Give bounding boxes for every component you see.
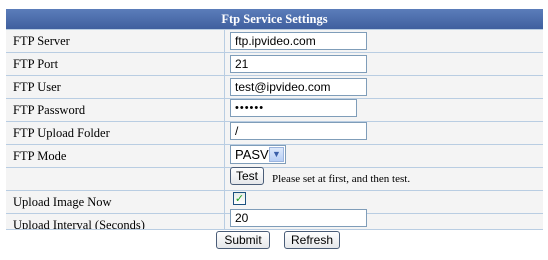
row-actions (6, 229, 543, 251)
ftp-server-input[interactable]: ftp.ipvideo.com (230, 32, 367, 50)
checkmark-icon: ✓ (234, 192, 245, 205)
ftp-user-label: FTP User (13, 80, 61, 94)
refresh-button[interactable]: Refresh (284, 231, 340, 249)
upload-now-label: Upload Image Now (13, 195, 112, 209)
ftp-port-input[interactable]: 21 (230, 55, 367, 73)
ftp-port-label: FTP Port (13, 57, 59, 71)
ftp-folder-label: FTP Upload Folder (13, 126, 110, 140)
column-divider (224, 29, 225, 229)
ftp-user-input[interactable]: test@ipvideo.com (230, 78, 367, 96)
submit-button[interactable]: Submit (216, 231, 270, 249)
ftp-folder-input[interactable]: / (230, 122, 367, 140)
upload-interval-input[interactable]: 20 (230, 209, 367, 227)
chevron-down-icon[interactable]: ▼ (269, 147, 284, 162)
ftp-server-label: FTP Server (13, 34, 70, 48)
ftp-mode-label: FTP Mode (13, 149, 67, 163)
panel-title: Ftp Service Settings (6, 9, 543, 29)
test-button[interactable]: Test (230, 167, 264, 185)
ftp-mode-select[interactable]: PASV ▼ (230, 145, 286, 164)
ftp-mode-value: PASV (235, 147, 269, 162)
test-note: Please set at first, and then test. (272, 173, 411, 185)
ftp-password-label: FTP Password (13, 103, 86, 117)
upload-now-checkbox[interactable]: ✓ (233, 192, 246, 205)
ftp-password-input[interactable]: •••••• (230, 99, 357, 117)
